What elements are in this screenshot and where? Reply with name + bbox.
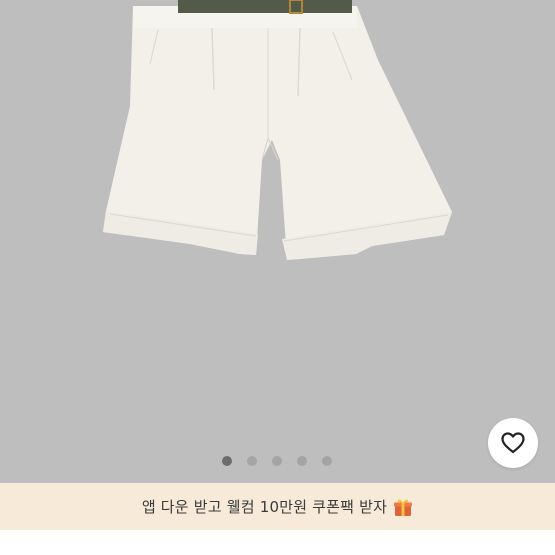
product-image-carousel[interactable] bbox=[0, 0, 555, 483]
carousel-dot-4[interactable] bbox=[296, 456, 307, 466]
gift-icon bbox=[393, 497, 413, 517]
page-bottom-area bbox=[0, 530, 555, 555]
promo-banner-text: 앱 다운 받고 웰컴 10만원 쿠폰팩 받자 bbox=[141, 498, 388, 516]
carousel-dot-5[interactable] bbox=[321, 456, 332, 466]
carousel-dot-1[interactable] bbox=[221, 456, 232, 466]
app-download-promo-banner[interactable]: 앱 다운 받고 웰컴 10만원 쿠폰팩 받자 bbox=[0, 483, 555, 530]
heart-outline-icon bbox=[501, 432, 525, 454]
carousel-dot-2[interactable] bbox=[246, 456, 257, 466]
carousel-dot-3[interactable] bbox=[271, 456, 282, 466]
product-photo bbox=[103, 0, 452, 260]
wishlist-button[interactable] bbox=[488, 418, 538, 468]
carousel-indicators bbox=[0, 456, 555, 466]
